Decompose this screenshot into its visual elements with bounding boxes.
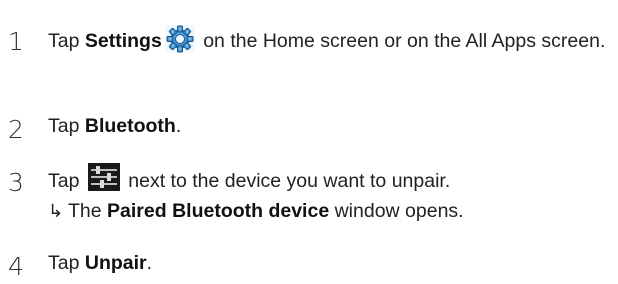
step-result: ↳ The Paired Bluetooth device window open… (48, 198, 618, 225)
step-number: 3 (8, 168, 24, 197)
step-text: Tap Bluetooth. (48, 115, 182, 137)
settings-gear-icon (164, 25, 195, 60)
step-text: Tap Unpair. (48, 252, 153, 274)
sliders-settings-icon (87, 163, 120, 198)
step-text: Tap Settings on the Home screen or on th… (48, 25, 618, 60)
step-number: 4 (8, 252, 24, 281)
step-number: 2 (8, 115, 24, 144)
settings-label: Settings (84, 30, 162, 52)
bluetooth-label: Bluetooth (84, 115, 176, 137)
result-arrow-icon: ↳ (48, 201, 64, 222)
step-number: 1 (8, 27, 24, 56)
step-text: Tap next to the device you want to unpai… (48, 163, 618, 225)
unpair-label: Unpair (84, 252, 147, 274)
paired-device-label: Paired Bluetooth device (107, 200, 330, 222)
